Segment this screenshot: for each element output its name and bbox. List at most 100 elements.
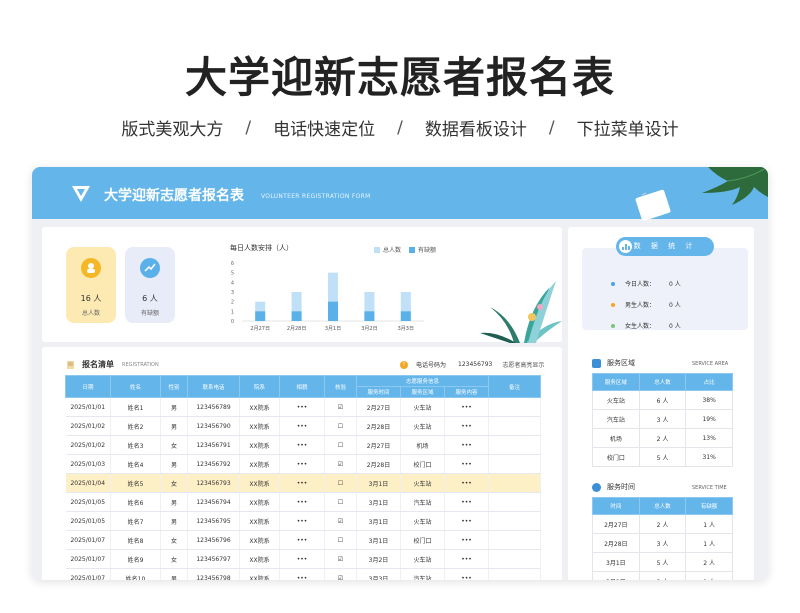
cell-check[interactable]: ☑ [324, 454, 357, 474]
stats-box: 今日人数： 0 人 男生人数： 0 人 女生人数： 0 人 [582, 248, 748, 330]
table-row[interactable]: 2025/01/02 姓名3 女 123456791 XX院系 ••• ☐ 2月27日 机场 ••… [65, 435, 542, 455]
cell-phone: 123456792 [187, 454, 240, 474]
app-header: 大学迎新志愿者报名表 VOLUNTEER REGISTRATION FORM [32, 167, 768, 221]
cell-area: 校门口 [400, 530, 445, 550]
x-tick-label: 3月1日 [325, 326, 341, 332]
overview-panel: 16 人 总人数 6 人 有缺额 每日人数安排（人） 总人数 有缺额 0 1 2 3 4… [42, 227, 562, 343]
mini-table-row: 机场 2 人 13% [592, 428, 733, 448]
info-icon: ! [400, 360, 408, 369]
daily-bar-chart: 0 1 2 3 4 5 6 2月27日 2月28日 3月1日 3月2日 3月3日 [231, 261, 424, 332]
mini-cell: 校门口 [592, 447, 640, 467]
table-row[interactable]: 2025/01/07 姓名10 男 123456798 XX院系 ••• ☑ 3月3日 汽车站 •… [65, 568, 542, 580]
cell-time: 3月1日 [356, 492, 401, 512]
cell-area: 机场 [400, 435, 445, 455]
feature-4: 下拉菜单设计 [576, 120, 679, 140]
cell-check[interactable]: ☐ [324, 492, 357, 512]
cell-content: ••• [444, 511, 490, 531]
cell-check[interactable]: ☐ [324, 435, 357, 455]
cell-date: 2025/01/07 [65, 549, 111, 569]
cell-content: ••• [444, 473, 490, 493]
cell-check[interactable]: ☐ [324, 473, 357, 493]
cell-content: ••• [444, 454, 490, 474]
data-stats-button[interactable]: 数 据 统 计 [616, 237, 714, 256]
col-name: 姓名 [110, 375, 161, 398]
cell-name: 姓名9 [110, 549, 161, 569]
today-count-row: 今日人数： 0 人 [582, 279, 748, 288]
cell-gender: 女 [160, 530, 188, 550]
table-row[interactable]: 2025/01/02 姓名2 男 123456790 XX院系 ••• ☐ 2月28日 火车站 •… [65, 416, 542, 436]
mini-cell: 1 人 [685, 571, 733, 580]
cell-dept: XX院系 [239, 549, 280, 569]
mini-cell: 3 人 [638, 533, 687, 553]
cell-content: ••• [444, 568, 490, 580]
hero-title: 大学迎新志愿者报名表 [184, 53, 615, 102]
today-label: 今日人数： [625, 281, 656, 288]
mini-table-row: 2月27日 2 人1 人 [592, 514, 733, 534]
phone-label: 电话号码为 [416, 362, 447, 369]
mini-cell: 3月1日 [592, 552, 640, 572]
phone-search-input[interactable]: 123456793 [458, 361, 492, 368]
service-area-label: 服务区域 [607, 359, 635, 367]
mini-cell: 5 人 [638, 552, 687, 572]
cell-content: ••• [444, 416, 490, 436]
plant-decoration-icon [480, 281, 562, 343]
cell-remark [488, 568, 542, 580]
service-area-title: 服务区域 [592, 358, 635, 368]
table-row[interactable]: 2025/01/01 姓名1 男 123456789 XX院系 ••• ☑ 2月27日 火车站 •… [65, 397, 542, 417]
cell-check[interactable]: ☑ [324, 549, 357, 569]
service-time-title: 服务时间 [592, 482, 635, 492]
table-row[interactable]: 2025/01/07 姓名8 女 123456796 XX院系 ••• ☐ 3月1日 校门口 ••… [65, 530, 542, 550]
total-count-card: 16 人 总人数 [66, 247, 116, 323]
cell-gender: 男 [160, 568, 188, 580]
table-row[interactable]: 2025/01/03 姓名4 男 123456792 XX院系 ••• ☑ 2月28日 校门口 •… [65, 454, 542, 474]
mini-table-row: 火车站 6 人 38% [592, 390, 733, 410]
cell-photo: ••• [279, 397, 325, 417]
cell-content: ••• [444, 549, 490, 569]
mini-table-row: 校门口 5 人 31% [592, 447, 733, 467]
mini-cell: 5 人 [638, 447, 687, 467]
cell-content: ••• [444, 530, 490, 550]
registration-panel: 报名清单 REGISTRATION ! 电话号码为 123456793 志愿者高… [42, 347, 562, 580]
table-row[interactable]: 2025/01/05 姓名7 男 123456795 XX院系 ••• ☑ 3月1日 火车站 ••… [65, 511, 542, 531]
feature-separator: / [548, 117, 555, 138]
cell-check[interactable]: ☐ [324, 530, 357, 550]
cell-check[interactable]: ☑ [324, 511, 357, 531]
clock-icon [592, 482, 601, 492]
table-row[interactable]: 2025/01/04 姓名5 女 123456793 XX院系 ••• ☐ 3月1日 火车站 ••… [65, 473, 542, 493]
cell-phone: 123456794 [187, 492, 240, 512]
mini-cell: 13% [685, 428, 733, 448]
cell-name: 姓名7 [110, 511, 161, 531]
cell-area: 汽车站 [400, 568, 445, 580]
cell-time: 2月28日 [356, 416, 401, 436]
cell-content: ••• [444, 492, 490, 512]
cell-name: 姓名8 [110, 530, 161, 550]
mini-cell: 2月27日 [592, 514, 640, 534]
x-tick-label: 2月27日 [250, 326, 270, 332]
feature-1: 版式美观大方 [121, 120, 224, 140]
mini-cell: 3 人 [638, 409, 687, 429]
cell-phone: 123456791 [187, 435, 240, 455]
cell-gender: 男 [160, 454, 188, 474]
mini-col-header: 时间 [592, 497, 640, 515]
bar-reported [291, 311, 302, 321]
table-row[interactable]: 2025/01/07 姓名9 女 123456797 XX院系 ••• ☑ 3月2日 火车站 ••… [65, 549, 542, 569]
service-time-label: 服务时间 [607, 483, 635, 491]
cell-time: 2月27日 [356, 435, 401, 455]
cell-gender: 女 [160, 473, 188, 493]
cell-date: 2025/01/02 [65, 416, 111, 436]
table-row[interactable]: 2025/01/05 姓名6 男 123456794 XX院系 ••• ☐ 3月1日 汽车站 ••… [65, 492, 542, 512]
cell-gender: 男 [160, 511, 188, 531]
monitor-icon [592, 358, 601, 368]
cell-photo: ••• [279, 473, 325, 493]
cell-check[interactable]: ☐ [324, 416, 357, 436]
feature-separator: / [397, 117, 403, 138]
total-count-label: 总人数 [81, 310, 100, 317]
cell-check[interactable]: ☑ [324, 397, 357, 417]
cell-dept: XX院系 [239, 435, 280, 455]
cell-dept: XX院系 [239, 454, 280, 474]
mini-cell: 19% [685, 409, 733, 429]
cell-area: 火车站 [400, 397, 445, 417]
cell-check[interactable]: ☑ [324, 568, 357, 580]
cell-name: 姓名10 [110, 568, 161, 580]
cell-date: 2025/01/07 [65, 530, 111, 550]
